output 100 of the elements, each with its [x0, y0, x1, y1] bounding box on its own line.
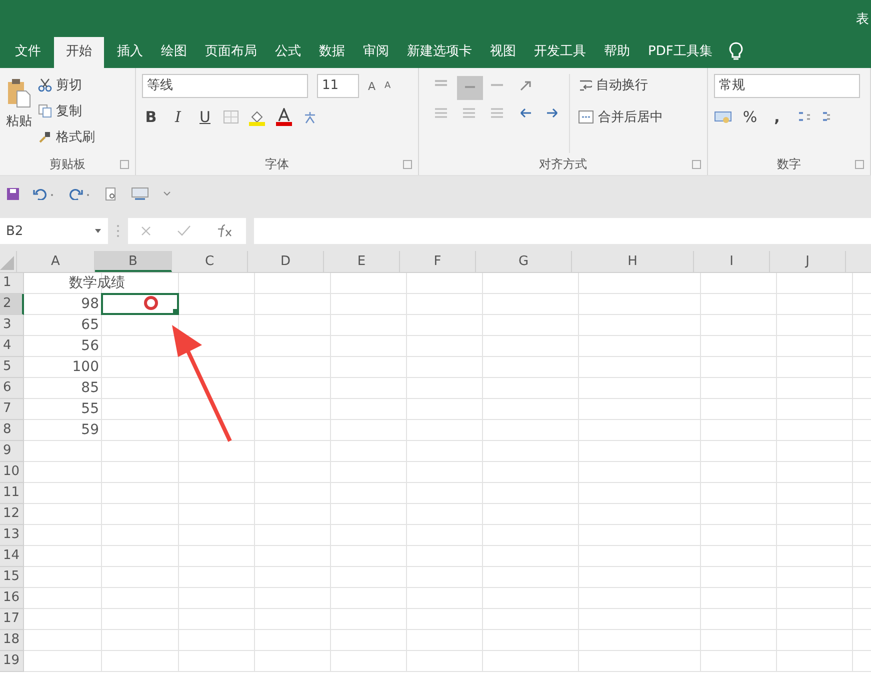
comma-button[interactable]: , — [768, 108, 786, 126]
ribbon-tab[interactable]: 插入 — [108, 37, 152, 68]
row-header[interactable]: 1 — [0, 273, 24, 294]
row-header[interactable]: 16 — [0, 588, 24, 609]
ribbon-tab[interactable]: 绘图 — [152, 37, 196, 68]
table-cell-text: 85 — [81, 379, 99, 398]
table-cell-text: 56 — [81, 337, 99, 356]
row-header[interactable]: 15 — [0, 567, 24, 588]
column-header[interactable]: H — [572, 251, 694, 272]
row-header[interactable]: 18 — [0, 630, 24, 651]
grow-font-button[interactable]: A — [368, 80, 376, 92]
ribbon-tab[interactable]: 帮助 — [595, 37, 639, 68]
table-cell-text: 55 — [81, 400, 99, 419]
redo-icon[interactable] — [69, 188, 91, 200]
group-label: 对齐方式 — [539, 156, 587, 172]
paste-button[interactable]: 粘贴 — [6, 74, 32, 153]
row-header[interactable]: 12 — [0, 504, 24, 525]
clipboard-icon — [7, 78, 31, 108]
column-header[interactable]: J — [770, 251, 846, 272]
row-header[interactable]: 9 — [0, 441, 24, 462]
font-size-field[interactable]: 11 — [317, 74, 359, 98]
row-header[interactable]: 3 — [0, 315, 24, 336]
cut-button[interactable]: 剪切 — [38, 74, 95, 96]
ribbon-tab[interactable]: 视图 — [481, 37, 525, 68]
group-label: 数字 — [777, 156, 801, 172]
shrink-font-button[interactable]: A — [384, 81, 391, 91]
launcher-icon[interactable] — [403, 160, 412, 169]
borders-icon[interactable] — [223, 110, 239, 124]
customize-dropdown-icon[interactable] — [163, 190, 171, 196]
row-header[interactable]: 8 — [0, 420, 24, 441]
ribbon-tab[interactable]: 公式 — [266, 37, 310, 68]
font-name-field[interactable]: 等线 — [142, 74, 308, 98]
lightbulb-icon[interactable] — [729, 42, 744, 62]
grip-icon — [116, 224, 120, 238]
format-painter-button[interactable]: 格式刷 — [38, 126, 95, 148]
row-header[interactable]: 6 — [0, 378, 24, 399]
table-cell-text: 100 — [72, 358, 99, 377]
function-icon[interactable] — [216, 224, 234, 238]
copy-button[interactable]: 复制 — [38, 100, 95, 122]
column-header[interactable]: D — [248, 251, 324, 272]
bold-button[interactable]: B — [142, 108, 160, 126]
number-format-field[interactable]: 常规 — [714, 74, 860, 98]
column-header[interactable]: E — [324, 251, 400, 272]
cancel-icon[interactable] — [140, 225, 152, 237]
merge-center-button[interactable]: 合并后居中 — [578, 106, 663, 128]
table-cell-text: 59 — [81, 421, 99, 440]
print-preview-icon[interactable] — [105, 186, 117, 200]
brush-icon — [38, 130, 52, 144]
name-box[interactable]: B2 — [0, 218, 108, 244]
fill-handle[interactable] — [173, 309, 177, 313]
undo-icon[interactable] — [33, 188, 55, 200]
selected-cell[interactable] — [101, 293, 179, 315]
ribbon-tab[interactable]: 开发工具 — [525, 37, 595, 68]
row-header[interactable]: 4 — [0, 336, 24, 357]
window-title: 表 — [856, 10, 869, 28]
launcher-icon[interactable] — [855, 160, 864, 169]
save-icon[interactable] — [7, 188, 19, 200]
select-all-corner[interactable] — [0, 251, 17, 272]
ribbon-tab[interactable]: 审阅 — [354, 37, 398, 68]
currency-icon[interactable] — [714, 110, 732, 124]
group-label: 剪贴板 — [50, 156, 86, 172]
row-header[interactable]: 19 — [0, 651, 24, 672]
wrap-text-icon — [578, 78, 592, 92]
underline-button[interactable]: U — [196, 108, 214, 126]
wrap-text-button[interactable]: 自动换行 — [578, 74, 663, 96]
table-icon[interactable] — [131, 186, 149, 200]
enter-icon[interactable] — [176, 225, 191, 237]
font-color-icon[interactable] — [275, 108, 293, 126]
column-header[interactable]: C — [172, 251, 248, 272]
table-cell-text: 65 — [81, 316, 99, 335]
row-header[interactable]: 13 — [0, 525, 24, 546]
column-header[interactable]: I — [694, 251, 770, 272]
column-header[interactable]: B — [95, 251, 172, 272]
row-header[interactable]: 17 — [0, 609, 24, 630]
group-label: 字体 — [265, 156, 289, 172]
row-header[interactable]: 5 — [0, 357, 24, 378]
merge-cells-icon — [578, 110, 594, 124]
ribbon-tab[interactable]: 数据 — [310, 37, 354, 68]
column-header[interactable]: G — [476, 251, 572, 272]
table-cell-text: 98 — [81, 295, 99, 314]
ribbon-tab[interactable]: PDF工具集 — [639, 37, 722, 68]
formula-field[interactable] — [254, 218, 871, 244]
launcher-icon[interactable] — [120, 160, 129, 169]
ribbon-tab[interactable]: 新建选项卡 — [398, 37, 481, 68]
percent-button[interactable]: % — [741, 108, 759, 126]
ribbon-tab[interactable]: 文件 — [6, 37, 50, 68]
phonetic-icon[interactable] — [302, 109, 318, 125]
ribbon-tab[interactable]: 开始 — [54, 37, 104, 68]
row-header[interactable]: 2 — [0, 294, 24, 315]
launcher-icon[interactable] — [692, 160, 701, 169]
italic-button[interactable]: I — [169, 108, 187, 126]
copy-icon — [38, 104, 52, 118]
row-header[interactable]: 7 — [0, 399, 24, 420]
table-cell-text: 数学成绩 — [69, 274, 125, 293]
row-header[interactable]: 10 — [0, 462, 24, 483]
column-header[interactable]: F — [400, 251, 476, 272]
cursor-icon — [143, 295, 159, 311]
row-header[interactable]: 14 — [0, 546, 24, 567]
row-header[interactable]: 11 — [0, 483, 24, 504]
ribbon-tab[interactable]: 页面布局 — [196, 37, 266, 68]
